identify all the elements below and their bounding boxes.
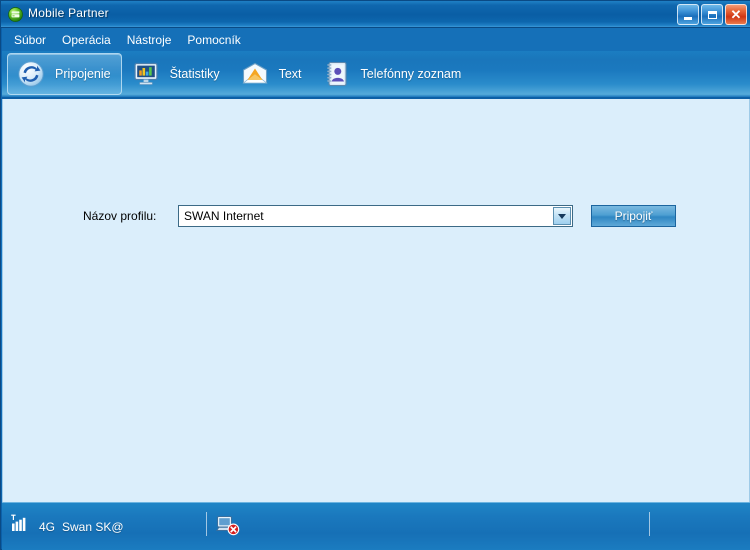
status-separator-1 bbox=[206, 512, 207, 536]
profile-name-combobox[interactable]: SWAN Internet bbox=[178, 205, 573, 227]
connect-button[interactable]: Pripojiť bbox=[591, 205, 676, 227]
menu-item-operacia[interactable]: Operácia bbox=[54, 30, 119, 50]
close-icon: ✕ bbox=[730, 6, 742, 22]
menu-item-nastroje[interactable]: Nástroje bbox=[119, 30, 180, 50]
profile-name-value: SWAN Internet bbox=[184, 209, 264, 223]
operator-label: Swan SK@ bbox=[62, 519, 124, 534]
window-title: Mobile Partner bbox=[28, 6, 109, 20]
computer-disconnected-icon[interactable] bbox=[215, 514, 240, 536]
app-window: Mobile Partner ✕ Súbor Operácia Nástroje… bbox=[0, 0, 750, 550]
toolbar-label-statistiky: Štatistiky bbox=[169, 67, 220, 81]
address-book-icon bbox=[322, 59, 352, 89]
envelope-icon bbox=[240, 59, 270, 89]
minimize-button[interactable] bbox=[677, 4, 699, 25]
profile-name-label: Názov profilu: bbox=[83, 209, 157, 223]
app-globe-icon bbox=[8, 7, 23, 22]
chevron-down-icon bbox=[558, 213, 566, 219]
close-button[interactable]: ✕ bbox=[725, 4, 747, 25]
status-bar: 4G Swan SK@ bbox=[2, 502, 750, 550]
toolbar-label-telefonny-zoznam: Telefónny zoznam bbox=[360, 67, 462, 81]
menu-item-subor[interactable]: Súbor bbox=[6, 30, 54, 50]
minimize-icon bbox=[684, 16, 692, 20]
main-toolbar: Pripojenie Štatistiky Text Telefónny zoz… bbox=[2, 51, 750, 99]
window-controls: ✕ bbox=[677, 4, 747, 25]
toolbar-item-text[interactable]: Text bbox=[231, 53, 313, 95]
network-type-label: 4G bbox=[39, 519, 56, 534]
monitor-chart-icon bbox=[131, 59, 161, 89]
title-bar: Mobile Partner ✕ bbox=[1, 1, 750, 28]
sync-arrows-icon bbox=[16, 59, 46, 89]
status-signal-group: 4G Swan SK@ bbox=[10, 514, 124, 539]
toolbar-label-pripojenie: Pripojenie bbox=[55, 67, 111, 81]
status-separator-2 bbox=[649, 512, 650, 536]
signal-bars-icon bbox=[10, 514, 32, 539]
menu-item-pomocnik[interactable]: Pomocník bbox=[179, 30, 248, 50]
profile-dropdown-button[interactable] bbox=[553, 207, 571, 225]
toolbar-item-telefonny-zoznam[interactable]: Telefónny zoznam bbox=[313, 53, 473, 95]
maximize-button[interactable] bbox=[701, 4, 723, 25]
main-content: Názov profilu: SWAN Internet Pripojiť bbox=[2, 99, 750, 502]
toolbar-label-text: Text bbox=[278, 67, 302, 81]
toolbar-item-statistiky[interactable]: Štatistiky bbox=[122, 53, 231, 95]
profile-row: Názov profilu: SWAN Internet Pripojiť bbox=[83, 205, 676, 227]
maximize-icon bbox=[707, 10, 717, 19]
menu-bar: Súbor Operácia Nástroje Pomocník bbox=[2, 28, 750, 51]
toolbar-item-pripojenie[interactable]: Pripojenie bbox=[7, 53, 122, 95]
